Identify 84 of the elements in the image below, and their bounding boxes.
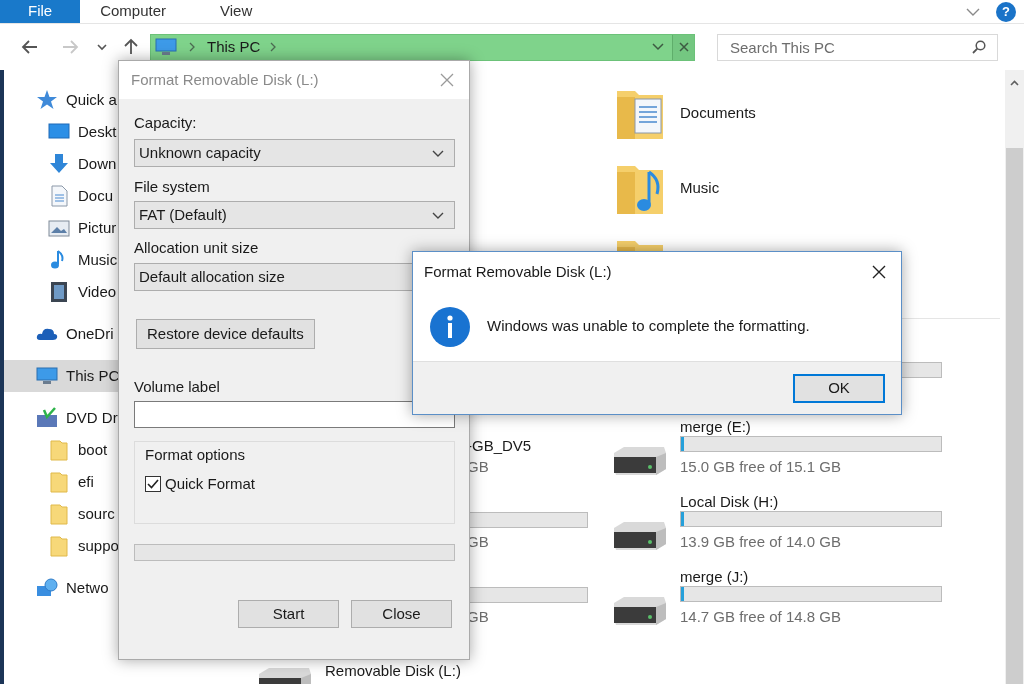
- close-icon: [678, 42, 689, 52]
- sidebar-item[interactable]: Down: [4, 148, 118, 180]
- download-arrow-icon: [48, 153, 70, 175]
- folder-icon: [48, 535, 70, 557]
- dialog-button[interactable]: Close: [351, 600, 452, 628]
- chevron-down-icon: [966, 7, 980, 16]
- sidebar-item[interactable]: OneDri: [4, 318, 118, 350]
- ok-button[interactable]: OK: [793, 373, 885, 403]
- chevron-down-icon: [96, 43, 108, 51]
- chevron-down-icon: [652, 43, 664, 51]
- search-icon: [972, 39, 986, 54]
- file-system-dropdown[interactable]: FAT (Default): [134, 201, 455, 229]
- chevron-right-icon: [189, 42, 195, 52]
- restore-defaults-button[interactable]: Restore device defaults: [136, 319, 315, 349]
- drive-free-space: 13.9 GB free of 14.0 GB: [680, 532, 841, 552]
- picture-icon: [48, 217, 70, 239]
- address-bar[interactable]: This PC: [150, 33, 695, 61]
- ribbon-tab[interactable]: Computer: [82, 0, 185, 23]
- ribbon-tab[interactable]: View: [202, 0, 271, 23]
- scroll-up-icon[interactable]: [1010, 80, 1019, 86]
- ribbon-tab[interactable]: File: [0, 0, 81, 23]
- back-button[interactable]: [20, 38, 40, 56]
- scrollbar[interactable]: [1005, 70, 1024, 684]
- message-text: Windows was unable to complete the formatting.: [487, 316, 810, 337]
- drive-free-space: 15.0 GB free of 15.1 GB: [680, 457, 841, 477]
- checkbox-label[interactable]: Quick Format: [165, 473, 255, 496]
- drive-name: -GB_DV5: [467, 436, 532, 456]
- folder-icon: [48, 503, 70, 525]
- close-icon: [440, 73, 454, 87]
- sidebar-item[interactable]: Docu: [4, 180, 118, 212]
- sidebar-item[interactable]: sourc: [4, 498, 118, 530]
- sidebar-item[interactable]: efi: [4, 466, 118, 498]
- help-button[interactable]: ?: [996, 1, 1016, 22]
- field-label: Allocation unit size: [134, 239, 260, 257]
- drive-name[interactable]: merge (E:): [680, 416, 751, 439]
- network-icon: [36, 577, 58, 599]
- drive-name[interactable]: Removable Disk (L:): [325, 662, 461, 680]
- back-arrow-icon: [20, 38, 40, 56]
- dialog-button[interactable]: Start: [238, 600, 339, 628]
- sidebar-item[interactable]: Video: [4, 276, 118, 308]
- dialog-title: Format Removable Disk (L:): [131, 69, 319, 90]
- group-title: Format options: [145, 446, 247, 464]
- drive-free-space: 14.7 GB free of 14.8 GB: [680, 607, 841, 627]
- computer-icon: [155, 38, 177, 56]
- forward-arrow-icon: [60, 38, 80, 56]
- info-icon: [429, 305, 471, 348]
- clear-button[interactable]: [672, 34, 694, 60]
- checkmark-icon: [147, 479, 159, 490]
- sidebar-item[interactable]: Deskt: [4, 116, 118, 148]
- sidebar-item[interactable]: Pictur: [4, 212, 118, 244]
- volume-label-field[interactable]: [134, 401, 455, 428]
- chevron-right-icon: [270, 42, 277, 52]
- close-icon: [872, 265, 886, 279]
- document-icon: [48, 185, 70, 207]
- folder-icon: [48, 439, 70, 461]
- sidebar-item[interactable]: Music: [4, 244, 118, 276]
- sidebar-item[interactable]: boot: [4, 434, 118, 466]
- sidebar-item[interactable]: DVD Dr: [4, 402, 118, 434]
- field-label: Volume label: [134, 378, 221, 396]
- drive-name[interactable]: merge (J:): [680, 566, 749, 589]
- field-label: Capacity:: [134, 114, 198, 132]
- search-field[interactable]: Search This PC: [717, 33, 998, 61]
- star-icon: [36, 89, 58, 111]
- folder-icon: [48, 471, 70, 493]
- drive-name[interactable]: Local Disk (H:): [680, 491, 779, 514]
- up-button[interactable]: [122, 37, 140, 57]
- sidebar-item[interactable]: suppo: [4, 530, 118, 562]
- sidebar-item[interactable]: This PC: [4, 360, 118, 392]
- computer-icon: [36, 365, 58, 387]
- disc-drive-icon: [36, 407, 58, 429]
- sidebar-item[interactable]: Quick a: [4, 84, 118, 116]
- sidebar-item[interactable]: Netwo: [4, 572, 118, 604]
- capacity-dropdown[interactable]: Unknown capacity: [134, 139, 455, 167]
- recent-button[interactable]: [96, 43, 108, 51]
- up-arrow-icon: [122, 37, 140, 57]
- breadcrumb-link[interactable]: This PC: [207, 35, 261, 59]
- folder-label[interactable]: Documents: [680, 102, 756, 125]
- film-icon: [48, 281, 70, 303]
- field-label: File system: [134, 178, 211, 196]
- folder-label[interactable]: Music: [680, 177, 720, 200]
- checkbox[interactable]: [145, 476, 161, 493]
- scrollbar-thumb[interactable]: [1006, 148, 1023, 684]
- chevron-down-icon: [432, 149, 444, 157]
- chevron-down-icon: [432, 211, 444, 219]
